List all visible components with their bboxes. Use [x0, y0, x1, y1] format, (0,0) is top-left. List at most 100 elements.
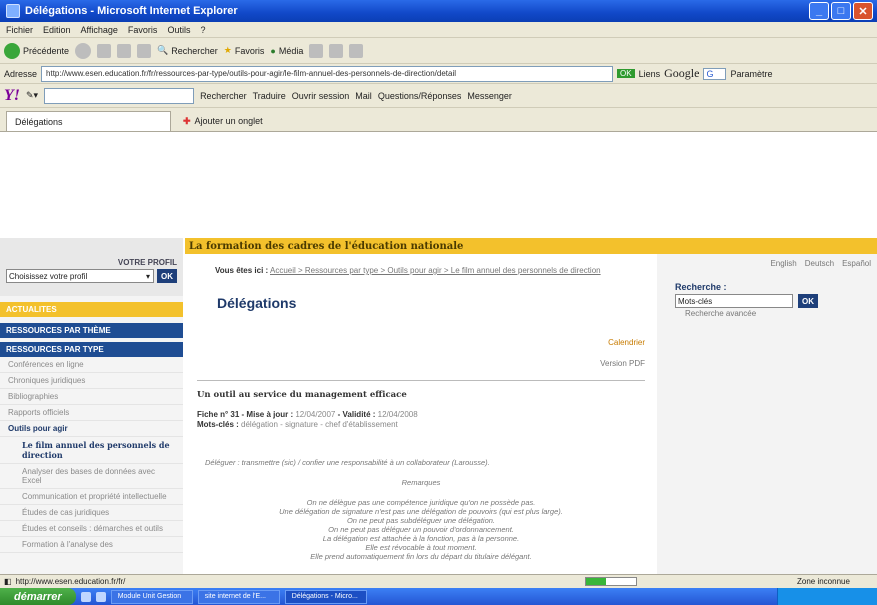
site-search-button[interactable]: OK [798, 294, 818, 308]
quicklaunch-desktop-icon[interactable] [95, 591, 106, 602]
sidebar-subitem-excel[interactable]: Analyser des bases de données avec Excel [0, 464, 183, 489]
ie-icon [6, 4, 20, 18]
pdf-link[interactable]: Version PDF [600, 359, 645, 368]
yahoo-translate-button[interactable]: Traduire [253, 91, 286, 101]
yahoo-mail-button[interactable]: Mail [355, 91, 372, 101]
profile-select[interactable]: Choisissez votre profil ▾ [6, 269, 154, 283]
sidebar-subitem-communication[interactable]: Communication et propriété intellectuell… [0, 489, 183, 505]
yahoo-messenger-button[interactable]: Messenger [467, 91, 512, 101]
menu-affichage[interactable]: Affichage [81, 25, 118, 35]
sidebar-subitem-etudes-conseils[interactable]: Études et conseils : démarches et outils [0, 521, 183, 537]
remark-line: Elle est révocable à tout moment. [365, 543, 477, 552]
progress-bar [585, 577, 637, 586]
history-icon[interactable] [309, 43, 324, 58]
sidebar-item-rapports[interactable]: Rapports officiels [0, 405, 183, 421]
sidebar-subitem-etudes-cas[interactable]: Études de cas juridiques [0, 505, 183, 521]
standard-toolbar: Précédente 🔍 Rechercher ★ Favoris ● Médi… [0, 38, 877, 64]
yahoo-logo[interactable]: Y! [4, 87, 20, 105]
advanced-search-link[interactable]: Recherche avancée [685, 309, 877, 318]
chevron-down-icon: ▾ [145, 271, 150, 281]
minimize-button[interactable]: _ [809, 2, 829, 20]
section-theme[interactable]: RESSOURCES PAR THÈME [0, 323, 183, 338]
tab-delegations[interactable]: Délégations [6, 111, 171, 131]
refresh-icon[interactable] [117, 43, 132, 58]
sidebar-item-outils[interactable]: Outils pour agir [0, 421, 183, 437]
sidebar-subitem-formation[interactable]: Formation à l'analyse des [0, 537, 183, 553]
profile-box: VOTRE PROFIL Choisissez votre profil ▾ O… [0, 238, 183, 296]
security-zone: Zone inconnue [797, 577, 850, 586]
status-url: http://www.esen.education.fr/fr/ [15, 577, 126, 586]
lang-espanol[interactable]: Español [842, 259, 871, 268]
windows-taskbar: démarrer Module Unit Gestion site intern… [0, 588, 877, 605]
yahoo-search-input[interactable] [44, 87, 195, 104]
lang-deutsch[interactable]: Deutsch [805, 259, 834, 268]
search-label: Recherche : [675, 282, 727, 292]
quicklaunch-ie-icon[interactable] [80, 591, 91, 602]
close-button[interactable]: ✕ [853, 2, 873, 20]
sidebar-subitem-film[interactable]: Le film annuel des personnels de directi… [0, 437, 183, 464]
sidebar-item-conferences[interactable]: Conférences en ligne [0, 357, 183, 373]
sidebar-item-chroniques[interactable]: Chroniques juridiques [0, 373, 183, 389]
menu-outils[interactable]: Outils [167, 25, 190, 35]
taskbar-item-active[interactable]: Délégations - Micro... [284, 589, 367, 604]
window-controls: _ □ ✕ [809, 2, 873, 20]
search-button[interactable]: 🔍 Rechercher [157, 45, 218, 56]
lang-english[interactable]: English [770, 259, 796, 268]
breadcrumb: Vous êtes ici : Accueil > Ressources par… [215, 266, 601, 275]
profile-ok-button[interactable]: OK [157, 269, 177, 283]
menu-bar: Fichier Edition Affichage Favoris Outils… [0, 22, 877, 38]
remark-line: On ne délègue pas une compétence juridiq… [306, 498, 536, 507]
calendar-link[interactable]: Calendrier [600, 338, 645, 347]
definition-text: Déléguer : transmettre (sic) / confier u… [205, 458, 490, 467]
remark-line: La délégation est attachée à la fonction… [322, 534, 520, 543]
remarks-title: Remarques [401, 478, 441, 487]
page-icon: ◧ [4, 577, 12, 586]
page-title: Délégations [217, 295, 297, 311]
favorites-button[interactable]: ★ Favoris [224, 45, 265, 56]
article-meta: Fiche n° 31 - Mise à jour : 12/04/2007 -… [197, 410, 418, 429]
google-logo: Google [664, 66, 700, 80]
remark-line: Elle prend automatiquement fin lors du d… [310, 552, 532, 561]
yahoo-session-button[interactable]: Ouvrir session [292, 91, 350, 101]
go-button[interactable]: OK [617, 69, 635, 78]
remark-line: On ne peut pas déléguer un pouvoir d'ord… [328, 525, 514, 534]
back-button[interactable]: Précédente [4, 42, 69, 59]
mail-icon[interactable] [329, 43, 344, 58]
taskbar-item[interactable]: site internet de l'E... [197, 589, 280, 604]
media-button[interactable]: ● Média [270, 46, 303, 56]
yahoo-menu-icon[interactable]: ✎▾ [26, 90, 38, 101]
search-icon: 🔍 [157, 45, 169, 55]
menu-help[interactable]: ? [200, 25, 205, 35]
stop-icon[interactable] [97, 43, 112, 58]
breadcrumb-links[interactable]: Accueil > Ressources par type > Outils p… [270, 266, 601, 275]
address-input[interactable]: http://www.esen.education.fr/fr/ressourc… [41, 65, 614, 82]
forward-button[interactable] [75, 42, 92, 59]
sidebar-item-bibliographies[interactable]: Bibliographies [0, 389, 183, 405]
maximize-button[interactable]: □ [831, 2, 851, 20]
remarks-list: On ne délègue pas une compétence juridiq… [197, 498, 645, 561]
params-link[interactable]: Paramètre [730, 69, 772, 79]
page-viewport: La formation des cadres de l'éducation n… [0, 132, 877, 574]
main-content: Vous êtes ici : Accueil > Ressources par… [197, 266, 647, 574]
menu-favoris[interactable]: Favoris [128, 25, 158, 35]
site-search-input[interactable]: Mots-clés [675, 294, 793, 308]
left-sidebar: VOTRE PROFIL Choisissez votre profil ▾ O… [0, 238, 183, 574]
window-titlebar: Délégations - Microsoft Internet Explore… [0, 0, 877, 22]
print-icon[interactable] [349, 43, 364, 58]
new-tab-button[interactable]: ✚ Ajouter un onglet [175, 111, 271, 131]
home-icon[interactable] [137, 43, 152, 58]
section-type[interactable]: RESSOURCES PAR TYPE [0, 342, 183, 357]
yahoo-qa-button[interactable]: Questions/Réponses [378, 91, 462, 101]
start-button[interactable]: démarrer [0, 588, 76, 605]
profile-label: VOTRE PROFIL [117, 258, 177, 267]
plus-icon: ✚ [183, 115, 191, 126]
remark-line: On ne peut pas subdéléguer une délégatio… [346, 516, 496, 525]
links-label[interactable]: Liens [639, 69, 661, 79]
menu-fichier[interactable]: Fichier [6, 25, 33, 35]
taskbar-item[interactable]: Module Unit Gestion [110, 589, 193, 604]
section-actualites[interactable]: ACTUALITES [0, 302, 183, 317]
yahoo-search-button[interactable]: Rechercher [200, 91, 247, 101]
google-search-field[interactable]: G [703, 67, 727, 80]
menu-edition[interactable]: Edition [43, 25, 71, 35]
remark-line: Une délégation de signature n'est pas un… [279, 507, 563, 516]
